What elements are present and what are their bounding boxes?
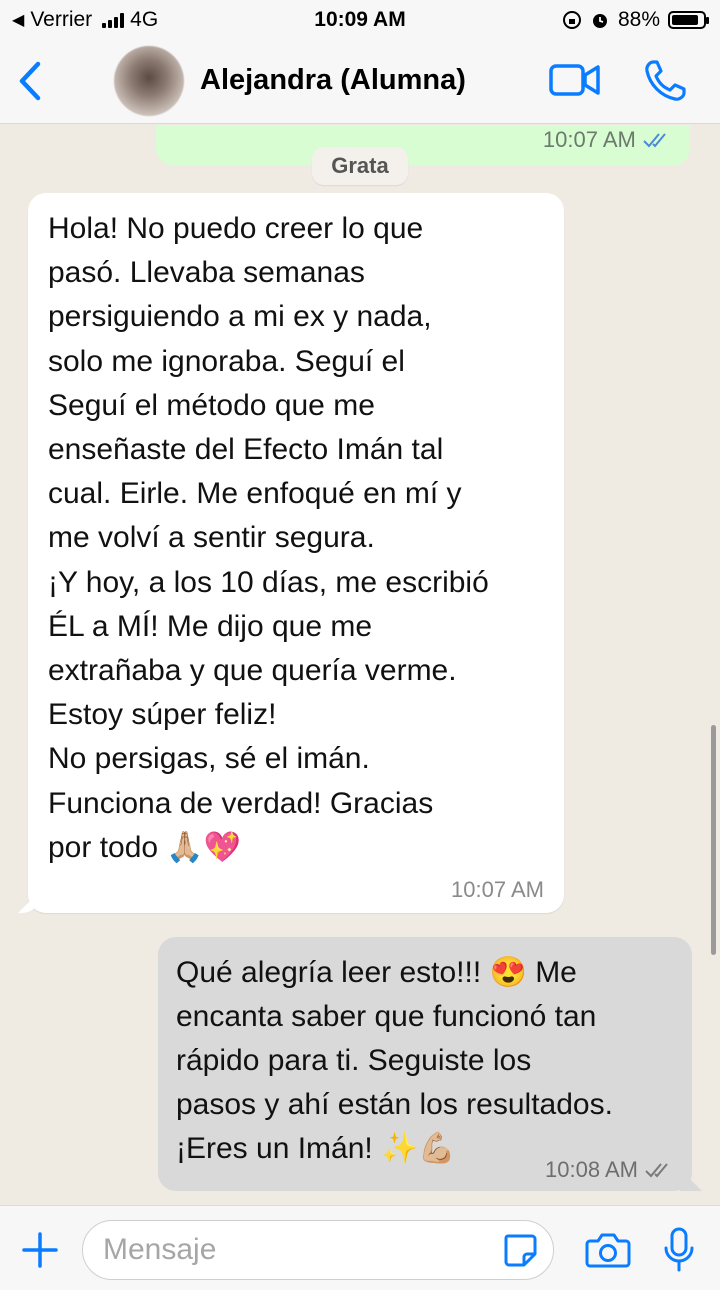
status-bar: ◀ Verrier 4G 10:09 AM 88%: [0, 0, 720, 40]
battery-level: [672, 15, 699, 25]
previous-sent-time: 10:07 AM: [543, 127, 672, 153]
previous-sent-bubble[interactable]: 10:07 AM: [156, 125, 690, 165]
outgoing-message-text: Qué alegría leer esto!!! 😍 Me encanta sa…: [176, 956, 613, 1165]
screen-lock-icon: [562, 11, 581, 29]
alarm-icon: [592, 14, 607, 28]
incoming-message-bubble[interactable]: Hola! No puedo creer lo que pasó. Llevab…: [28, 193, 564, 913]
incoming-message-time: 10:07 AM: [451, 877, 544, 902]
message-input[interactable]: Mensaje: [82, 1220, 554, 1280]
outgoing-message-time-row: 10:08 AM: [545, 1157, 674, 1183]
phone-call-icon[interactable]: [642, 58, 688, 104]
camera-icon[interactable]: [584, 1230, 632, 1270]
date-chip: Grata: [312, 147, 408, 185]
chat-area[interactable]: 10:07 AM Grata Hola! No puedo creer lo q…: [0, 125, 720, 1205]
previous-sent-time-text: 10:07 AM: [542, 127, 636, 152]
read-receipt-icon: [643, 133, 666, 148]
chat-header: Alejandra (Alumna): [0, 40, 720, 124]
outgoing-message-bubble[interactable]: Qué alegría leer esto!!! 😍 Me encanta sa…: [158, 937, 692, 1191]
avatar[interactable]: [114, 46, 184, 116]
sticker-icon[interactable]: [500, 1230, 540, 1270]
microphone-icon[interactable]: [662, 1226, 696, 1274]
delivered-receipt-icon: [645, 1163, 668, 1178]
outgoing-message-time: 10:08 AM: [545, 1157, 638, 1182]
status-right: 88%: [562, 8, 709, 32]
input-bar: Mensaje: [0, 1205, 720, 1290]
incoming-message-text: Hola! No puedo creer lo que pasó. Llevab…: [48, 212, 489, 864]
back-icon[interactable]: [12, 56, 52, 106]
add-attachment-icon[interactable]: [20, 1230, 60, 1270]
battery-percent: 88%: [617, 8, 660, 31]
battery-icon: [668, 11, 709, 29]
scrollbar[interactable]: [711, 725, 716, 955]
contact-name[interactable]: Alejandra (Alumna): [200, 64, 466, 97]
video-call-icon[interactable]: [548, 60, 602, 100]
